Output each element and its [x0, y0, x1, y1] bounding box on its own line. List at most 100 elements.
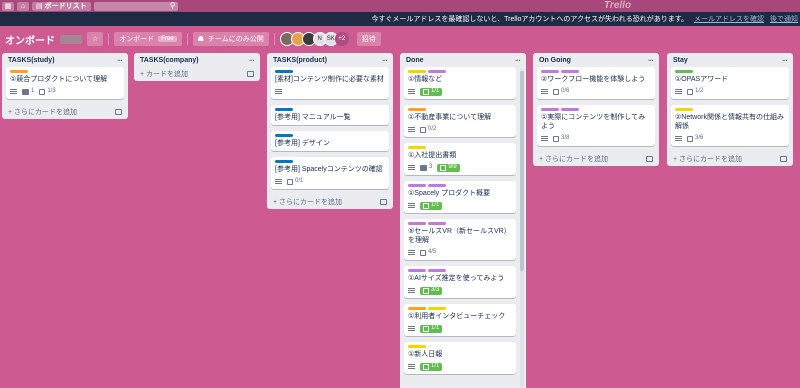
- card-title: ⑤セールスVR（新セールスVR）を理解: [408, 228, 511, 244]
- scrollbar-thumb[interactable]: [520, 71, 524, 271]
- list-scrollbar[interactable]: [520, 69, 524, 387]
- card-labels: [10, 70, 120, 73]
- checklist-count: 1/1: [431, 202, 440, 208]
- list-menu-icon[interactable]: ···: [782, 56, 788, 65]
- verify-email-link[interactable]: メールアドレスを確認: [694, 14, 764, 24]
- visibility-label: チームにのみ公開: [207, 36, 264, 43]
- card[interactable]: ①Spacely プロダクト概要 1/1: [404, 181, 516, 213]
- card-labels: [275, 70, 385, 73]
- comment-icon: [22, 88, 29, 95]
- list-header[interactable]: On Going ···: [537, 53, 655, 67]
- card-labels: [408, 307, 512, 310]
- apps-grid-icon[interactable]: ▦: [2, 1, 14, 11]
- checklist-badge: 1/1: [420, 362, 443, 371]
- trello-logo[interactable]: Trello: [604, 0, 631, 12]
- team-button[interactable]: オンボード Free: [114, 32, 182, 46]
- card-title: ①実際にコンテンツを制作してみよう: [541, 114, 646, 130]
- list-menu-icon[interactable]: ···: [117, 56, 123, 65]
- card[interactable]: ①情報など 1/1: [404, 67, 516, 99]
- card[interactable]: ①実際にコンテンツを制作してみよう 3/8: [537, 105, 655, 146]
- card-badges: 1/1: [408, 201, 512, 210]
- card-title: ①Spacely プロダクト概要: [408, 190, 491, 197]
- list-header[interactable]: TASKS(study) ···: [6, 53, 124, 67]
- list-header[interactable]: TASKS(company) ···: [138, 53, 256, 67]
- card[interactable]: [参考用] デザイン: [271, 131, 389, 151]
- add-card-button[interactable]: + さらにカードを追加: [537, 152, 655, 166]
- add-card-button[interactable]: + さらにカードを追加: [271, 195, 389, 209]
- description-icon: [541, 136, 548, 141]
- checklist-count: 1/2: [695, 88, 704, 94]
- card[interactable]: ②Network関係と情報共有の仕組み解係 3/6: [671, 105, 789, 146]
- template-icon[interactable]: [247, 71, 254, 77]
- card[interactable]: ①入社提出書類 3 9/9: [404, 143, 516, 175]
- template-icon[interactable]: [115, 109, 122, 115]
- label-orange: [408, 307, 426, 310]
- card-labels: [408, 108, 512, 111]
- card-title: ①新人日報: [408, 351, 443, 358]
- card[interactable]: [参考用] マニュアル一覧: [271, 105, 389, 125]
- description-icon: [10, 89, 17, 94]
- visibility-button[interactable]: ☗ チームにのみ公開: [192, 32, 269, 46]
- card-title: ②Network関係と情報共有の仕組み解係: [675, 114, 784, 130]
- invite-button[interactable]: 招待: [356, 32, 381, 46]
- checklist-icon: [440, 164, 447, 171]
- list-header[interactable]: TASKS(product) ···: [271, 53, 389, 67]
- notice-text: 今すぐメールアドレスを最確認しないと、Trelloアカウントへのアクセスが失われ…: [371, 16, 688, 23]
- card-labels: [675, 70, 785, 73]
- checklist-count: 3/3: [431, 287, 440, 293]
- list-menu-icon[interactable]: ···: [648, 56, 654, 65]
- template-icon[interactable]: [646, 156, 653, 162]
- card[interactable]: ①新人日報 1/1: [404, 342, 516, 374]
- label-purple: [428, 222, 446, 225]
- list-header[interactable]: Done ···: [404, 53, 522, 67]
- card[interactable]: ①競合プロダクトについて理解 1 1/3: [6, 67, 124, 99]
- card[interactable]: ⑤セールスVR（新セールスVR）を理解 4/5: [404, 219, 516, 260]
- add-card-button[interactable]: + さらにカードを追加: [671, 152, 789, 166]
- card-title: ①不動産事業について理解: [408, 114, 492, 121]
- checklist-icon: [39, 88, 46, 95]
- card-labels: [408, 184, 512, 187]
- add-card-label: + さらにカードを追加: [273, 199, 343, 206]
- card-labels: [541, 70, 651, 73]
- remind-later-link[interactable]: 後で通知: [770, 14, 798, 24]
- card[interactable]: ①不動産事業について理解 0/2: [404, 105, 516, 137]
- list-title: TASKS(company): [140, 56, 199, 64]
- list-tasks-company: TASKS(company) ··· + カードを追加: [134, 53, 260, 81]
- top-bar: ▦ ⌂ ▤ ボードリスト ⚲: [0, 0, 800, 12]
- list-header[interactable]: Stay ···: [671, 53, 789, 67]
- add-card-button[interactable]: + カードを追加: [138, 67, 256, 81]
- description-icon: [408, 250, 415, 255]
- label-yellow: [408, 146, 426, 149]
- template-icon[interactable]: [380, 199, 387, 205]
- more-members-badge[interactable]: +2: [334, 32, 349, 46]
- checklist-badge: 4/5: [420, 248, 436, 257]
- home-icon[interactable]: ⌂: [17, 1, 29, 11]
- card[interactable]: ②ワークフロー機能を体験しよう 0/6: [537, 67, 655, 99]
- star-button[interactable]: ☆: [87, 32, 104, 46]
- checklist-badge: 3/6: [687, 134, 703, 143]
- card[interactable]: [参考用] Spacelyコンテンツの確認 0/1: [271, 157, 389, 189]
- card-title: [参考用] マニュアル一覧: [275, 114, 351, 121]
- card[interactable]: ①AIサイズ推定を使ってみよう 3/3: [404, 266, 516, 298]
- email-verify-notice: 今すぐメールアドレスを最確認しないと、Trelloアカウントへのアクセスが失われ…: [0, 12, 800, 26]
- comment-badge: 3: [420, 163, 432, 172]
- list-menu-icon[interactable]: ···: [515, 56, 521, 65]
- card[interactable]: ①利用者インタビューチェック 1/1: [404, 304, 516, 336]
- boards-icon: ▤: [36, 3, 43, 10]
- comment-icon: [420, 164, 427, 171]
- template-icon[interactable]: [780, 156, 787, 162]
- card[interactable]: [素材]コンテンツ制作に必要な素材: [271, 67, 389, 99]
- list-on-going: On Going ··· ②ワークフロー機能を体験しよう 0/6 ①実際にコンテ…: [533, 53, 659, 166]
- card[interactable]: ①OPASアワード 1/2: [671, 67, 789, 99]
- list-menu-icon[interactable]: ···: [382, 56, 388, 65]
- boards-button[interactable]: ▤ ボードリスト: [32, 1, 91, 11]
- board-title[interactable]: オンボード: [5, 32, 55, 47]
- list-menu-icon[interactable]: ···: [249, 56, 255, 65]
- card-labels: [275, 160, 385, 163]
- checklist-count: 1/1: [431, 325, 440, 331]
- card-badges: 1 1/3: [10, 87, 120, 96]
- team-name: オンボード: [119, 36, 155, 43]
- add-card-button[interactable]: + さらにカードを追加: [6, 105, 124, 119]
- checklist-badge: 0/6: [553, 87, 569, 96]
- search-input[interactable]: ⚲: [93, 1, 178, 11]
